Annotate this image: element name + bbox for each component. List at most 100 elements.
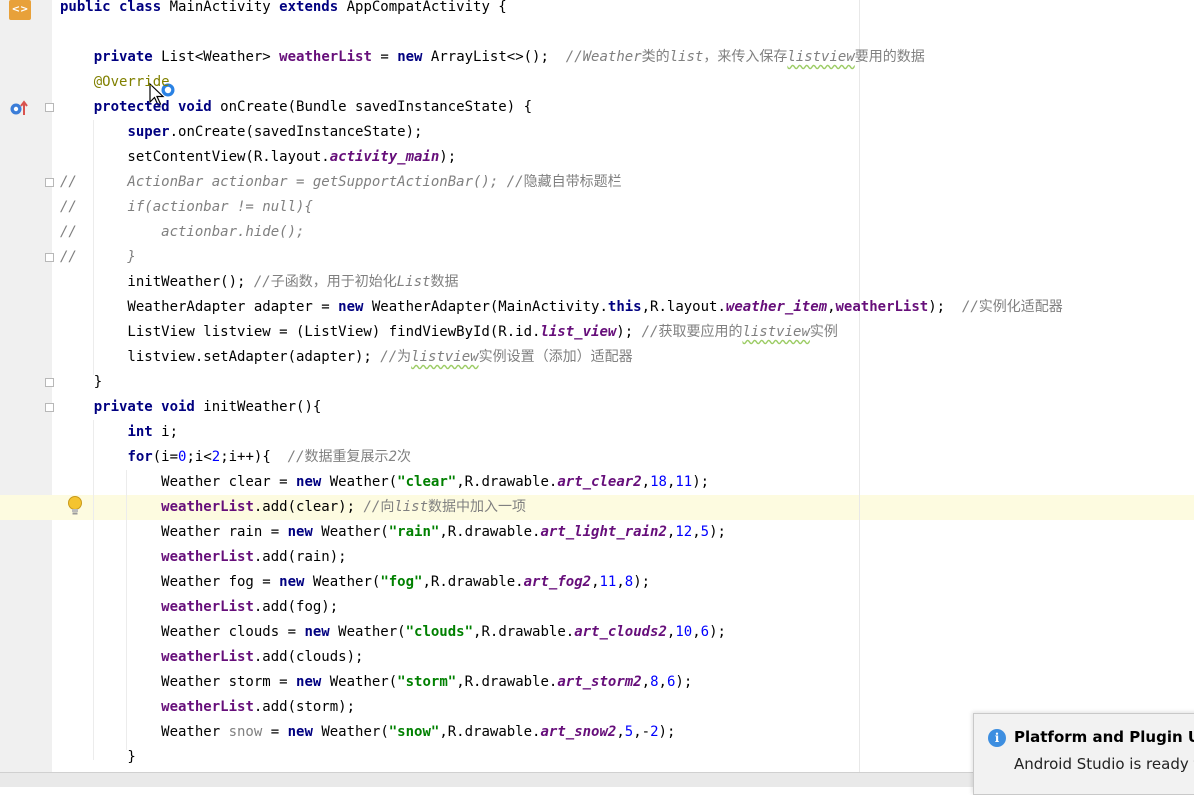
code-line[interactable]: // ActionBar actionbar = getSupportActio…	[60, 170, 622, 195]
code-token: listview	[742, 324, 810, 340]
code-token: Weather clear =	[60, 474, 297, 490]
code-token: 8	[624, 574, 634, 590]
code-token: initWeather();	[60, 274, 254, 290]
code-token: onCreate(Bundle savedInstanceState) {	[220, 99, 533, 115]
code-line[interactable]: // actionbar.hide();	[60, 220, 304, 245]
code-token: );	[692, 474, 710, 490]
code-token: 数据重复展示	[304, 449, 389, 465]
code-line[interactable]: protected void onCreate(Bundle savedInst…	[60, 95, 532, 120]
code-token: List	[396, 274, 431, 290]
fold-marker[interactable]	[45, 403, 54, 412]
code-line[interactable]: // if(actionbar != null){	[60, 195, 313, 220]
code-token: // ActionBar actionbar = getSupportActio…	[60, 174, 524, 190]
code-line[interactable]: weatherList.add(fog);	[60, 595, 338, 620]
code-line[interactable]: Weather storm = new Weather("storm",R.dr…	[60, 670, 692, 695]
code-token: ;i<	[186, 449, 212, 465]
code-line[interactable]: weatherList.add(rain);	[60, 545, 347, 570]
code-token: );	[709, 624, 726, 640]
code-token: );	[709, 524, 726, 540]
code-token: super	[127, 124, 170, 140]
code-token: weatherList	[835, 299, 929, 315]
code-token: 11	[599, 574, 617, 590]
code-token: //	[287, 449, 305, 465]
fold-marker[interactable]	[45, 178, 54, 187]
code-token: "clear"	[397, 474, 457, 490]
override-method-icon[interactable]	[8, 98, 30, 118]
code-line[interactable]: Weather clouds = new Weather("clouds",R.…	[60, 620, 726, 645]
code-token: //	[961, 299, 979, 315]
code-line[interactable]: private void initWeather(){	[60, 395, 322, 420]
code-line[interactable]: setContentView(R.layout.activity_main);	[60, 145, 456, 170]
code-token: ,	[692, 624, 701, 640]
code-line[interactable]: }	[60, 745, 135, 770]
code-token: ;i++){	[220, 449, 288, 465]
code-token: 8	[650, 674, 659, 690]
code-token: 10	[675, 624, 693, 640]
code-token: new	[279, 574, 313, 590]
code-token: 12	[675, 524, 693, 540]
fold-marker[interactable]	[45, 253, 54, 262]
code-line[interactable]: weatherList.add(clouds);	[60, 645, 363, 670]
code-token: listview.setAdapter(adapter);	[60, 349, 381, 365]
code-token: listview	[787, 49, 855, 65]
code-token: 次	[396, 449, 411, 465]
code-token: .onCreate(savedInstanceState);	[169, 124, 423, 140]
code-token: private	[93, 49, 162, 65]
update-notification-balloon[interactable]: i Platform and Plugin Upc Android Studio…	[973, 713, 1194, 795]
fold-marker[interactable]	[45, 103, 54, 112]
code-token: 6	[700, 624, 710, 640]
code-line[interactable]: int i;	[60, 420, 178, 445]
code-line[interactable]: weatherList.add(storm);	[60, 695, 355, 720]
code-token: Weather storm =	[60, 674, 297, 690]
code-line[interactable]: listview.setAdapter(adapter); //为listvie…	[60, 345, 632, 370]
code-token: //Weather	[565, 49, 642, 65]
code-line[interactable]: @Override	[60, 70, 170, 95]
code-line[interactable]: WeatherAdapter adapter = new WeatherAdap…	[60, 295, 1063, 320]
code-token: .add(rain);	[253, 549, 347, 565]
code-token: new	[287, 524, 322, 540]
code-token: }	[60, 374, 103, 390]
code-token: new	[338, 299, 372, 315]
code-token: initWeather(){	[203, 399, 322, 415]
code-line[interactable]: Weather fog = new Weather("fog",R.drawab…	[60, 570, 650, 595]
code-token: 为	[397, 349, 412, 365]
code-line[interactable]: // }	[60, 245, 136, 270]
code-line[interactable]: public class MainActivity extends AppCom…	[60, 0, 507, 20]
code-token: ,	[616, 574, 625, 590]
code-line[interactable]: for(i=0;i<2;i++){ //数据重复展示2次	[60, 445, 411, 470]
code-token: weatherList	[279, 49, 372, 65]
code-token: "fog"	[380, 574, 423, 590]
code-token: snow	[228, 724, 263, 740]
code-line[interactable]: Weather rain = new Weather("rain",R.draw…	[60, 520, 726, 545]
code-line[interactable]: initWeather(); //子函数，用于初始化List数据	[60, 270, 458, 295]
notification-title[interactable]: Platform and Plugin Upc	[1014, 728, 1194, 746]
code-token: );	[439, 149, 457, 165]
code-token: Weather(	[312, 574, 381, 590]
code-token: new	[296, 674, 330, 690]
code-line[interactable]: Weather clear = new Weather("clear",R.dr…	[60, 470, 709, 495]
code-token: //	[253, 274, 271, 290]
fold-marker[interactable]	[45, 378, 54, 387]
code-token: 5	[700, 524, 710, 540]
code-token: public class	[60, 0, 170, 15]
code-token: =	[371, 49, 398, 65]
code-token: 18	[650, 474, 667, 490]
code-line[interactable]: ListView listview = (ListView) findViewB…	[60, 320, 837, 345]
code-token: //	[363, 499, 381, 515]
code-token: 2	[388, 449, 397, 465]
code-line[interactable]: }	[60, 370, 102, 395]
code-line[interactable]: private List<Weather> weatherList = new …	[60, 45, 925, 70]
code-token: "snow"	[388, 724, 440, 740]
code-token: activity_main	[329, 149, 440, 165]
code-token: 要用的数据	[854, 49, 925, 65]
code-line[interactable]: super.onCreate(savedInstanceState);	[60, 120, 422, 145]
code-token: 实例化适配器	[978, 299, 1063, 315]
code-token: AppCompatActivity {	[346, 0, 507, 15]
code-line[interactable]: weatherList.add(clear); //向list数据中加入一项	[60, 495, 526, 520]
java-class-icon[interactable]: <>	[9, 0, 31, 20]
code-token: private void	[93, 399, 204, 415]
code-line[interactable]: Weather snow = new Weather("snow",R.draw…	[60, 720, 675, 745]
